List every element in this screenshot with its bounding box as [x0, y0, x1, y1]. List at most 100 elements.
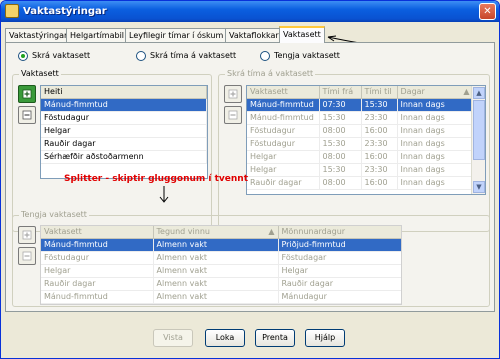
tab-vaktastyringar[interactable]: Vaktastýringar — [5, 28, 72, 42]
table-cell[interactable]: Föstudagur — [41, 111, 207, 125]
table-row[interactable]: Helgar Almenn vakt Helgar — [41, 264, 401, 278]
table-cell[interactable]: 15:30 — [319, 163, 362, 177]
table-row[interactable]: Helgar — [41, 124, 207, 138]
table-cell[interactable]: Rauðir dagar — [247, 176, 320, 190]
column-header-heiti[interactable]: Heiti — [41, 86, 207, 99]
table-cell[interactable]: Innan dags — [397, 111, 474, 125]
column-header-vaktasett[interactable]: Vaktasett — [41, 226, 154, 239]
table-cell[interactable]: Föstudagur — [247, 124, 320, 138]
table-cell[interactable]: Sérhæfðir aðstoðarmenn — [41, 150, 207, 164]
column-header-vaktasett[interactable]: Vaktasett — [247, 86, 320, 99]
table-cell[interactable]: 15:30 — [319, 137, 362, 151]
table-cell[interactable]: 23:30 — [361, 111, 398, 125]
table-row[interactable]: Mánud-fimmtud 15:30 23:30 Innan dags — [247, 111, 474, 125]
table-cell[interactable]: 07:30 — [319, 98, 362, 112]
table-row[interactable]: Sérhæfðir aðstoðarmenn — [41, 150, 207, 164]
table-cell[interactable]: Almenn vakt — [153, 277, 279, 291]
table-cell[interactable]: Föstudagur — [247, 137, 320, 151]
tab-vaktaflokkar[interactable]: Vaktaflokkar — [225, 28, 283, 42]
table-cell[interactable]: 16:00 — [361, 124, 398, 138]
table-cell[interactable]: Mánud-fimmtud — [41, 238, 154, 252]
close-button[interactable]: ✕ — [479, 3, 496, 20]
print-button[interactable]: Prenta — [255, 329, 295, 347]
table-cell[interactable]: Mánud-fimmtud — [41, 98, 207, 112]
table-cell[interactable]: 23:30 — [361, 137, 398, 151]
table-cell[interactable]: Innan dags — [397, 176, 474, 190]
table-row[interactable]: Mánud-fimmtud Almenn vakt Priðjud-fimmtud — [41, 238, 401, 252]
column-header-timi-til[interactable]: Tími til — [361, 86, 398, 99]
table-row[interactable]: Föstudagur 08:00 16:00 Innan dags — [247, 124, 474, 138]
table-cell[interactable]: Innan dags — [397, 150, 474, 164]
table-cell[interactable]: Helgar — [41, 124, 207, 138]
scroll-up-icon[interactable]: ▲ — [473, 87, 485, 99]
radio-button[interactable] — [260, 51, 270, 61]
close-dialog-button[interactable]: Loka — [205, 329, 245, 347]
table-row[interactable]: Mánud-fimmtud 07:30 15:30 Innan dags — [247, 98, 474, 112]
table-cell[interactable]: Rauðir dagar — [41, 137, 207, 151]
table-row[interactable]: Helgar 15:30 23:30 Innan dags — [247, 163, 474, 177]
scroll-down-icon[interactable]: ▼ — [473, 181, 485, 193]
table-cell[interactable]: 08:00 — [319, 124, 362, 138]
timar-add-button[interactable] — [224, 85, 242, 103]
table-cell[interactable]: Mánud-fimmtud — [247, 98, 320, 112]
column-header-dagar[interactable]: Dagar ▲ — [397, 86, 474, 99]
table-row[interactable]: Mánud-fimmtud — [41, 98, 207, 112]
table-cell[interactable]: Innan dags — [397, 163, 474, 177]
column-header-timi-fra[interactable]: Tími frá — [319, 86, 362, 99]
radio-button[interactable] — [18, 51, 28, 61]
vaktasett-table[interactable]: Heiti Mánud-fimmtud Föstudagur Helgar Ra… — [40, 85, 208, 179]
tab-helgartimabil[interactable]: Helgartímabil — [66, 28, 129, 42]
table-row[interactable]: Rauðir dagar Almenn vakt Rauðir dagar — [41, 277, 401, 291]
timar-table[interactable]: Vaktasett Tími frá Tími til Dagar ▲ Mánud… — [246, 85, 486, 195]
table-row[interactable]: Rauðir dagar 08:00 16:00 Innan dags — [247, 176, 474, 190]
table-cell[interactable]: Helgar — [41, 264, 154, 278]
tengja-add-button[interactable] — [18, 226, 36, 244]
timar-vertical-scrollbar[interactable]: ▲ ▼ — [471, 86, 485, 194]
table-cell[interactable]: Priðjud-fimmtud — [278, 238, 401, 252]
title-bar[interactable]: Vaktastýringar ✕ — [1, 1, 499, 22]
table-cell[interactable]: Innan dags — [397, 98, 474, 112]
table-cell[interactable]: 16:00 — [361, 150, 398, 164]
scroll-thumb[interactable] — [473, 100, 485, 160]
table-cell[interactable]: Almenn vakt — [153, 238, 279, 252]
table-row[interactable]: Mánud-fimmtud Almenn vakt Mánudagur — [41, 290, 401, 304]
table-cell[interactable]: Almenn vakt — [153, 264, 279, 278]
table-cell[interactable]: Almenn vakt — [153, 251, 279, 265]
table-cell[interactable]: 15:30 — [319, 111, 362, 125]
table-row[interactable]: Rauðir dagar — [41, 137, 207, 151]
tab-leyfilegir-timar[interactable]: Leyfilegir tímar í óskum — [125, 28, 228, 42]
table-cell[interactable]: Innan dags — [397, 124, 474, 138]
table-cell[interactable]: 23:30 — [361, 163, 398, 177]
save-button[interactable]: Vista — [153, 329, 193, 347]
tengja-table[interactable]: Vaktasett Tegund vinnu ▲ Mönnunardagur Má… — [40, 225, 402, 305]
table-cell[interactable]: Mánud-fimmtud — [247, 111, 320, 125]
column-header-tegund-vinnu[interactable]: Tegund vinnu ▲ — [153, 226, 279, 239]
table-cell[interactable]: Föstudagur — [41, 251, 154, 265]
help-button[interactable]: Hjálp — [305, 329, 345, 347]
table-cell[interactable]: Innan dags — [397, 137, 474, 151]
table-row[interactable]: Föstudagur — [41, 111, 207, 125]
table-cell[interactable]: Mánudagur — [278, 290, 401, 304]
add-button[interactable] — [18, 85, 36, 103]
table-cell[interactable]: Rauðir dagar — [278, 277, 401, 291]
radio-button[interactable] — [136, 51, 146, 61]
table-row[interactable]: Föstudagur 15:30 23:30 Innan dags — [247, 137, 474, 151]
table-cell[interactable]: Mánud-fimmtud — [41, 290, 154, 304]
table-cell[interactable]: Föstudagar — [278, 251, 401, 265]
table-row[interactable]: Helgar 08:00 16:00 Innan dags — [247, 150, 474, 164]
table-cell[interactable]: Helgar — [278, 264, 401, 278]
remove-button[interactable] — [18, 106, 36, 124]
table-cell[interactable]: 16:00 — [361, 176, 398, 190]
table-cell[interactable]: 08:00 — [319, 150, 362, 164]
table-cell[interactable]: 15:30 — [361, 98, 398, 112]
table-cell[interactable]: Helgar — [247, 163, 320, 177]
table-cell[interactable]: Helgar — [247, 150, 320, 164]
table-cell[interactable]: Rauðir dagar — [41, 277, 154, 291]
tab-vaktasett[interactable]: Vaktasett — [279, 26, 325, 43]
table-cell[interactable]: Almenn vakt — [153, 290, 279, 304]
tengja-remove-button[interactable] — [18, 247, 36, 265]
timar-remove-button[interactable] — [224, 106, 242, 124]
table-row[interactable]: Föstudagur Almenn vakt Föstudagar — [41, 251, 401, 265]
column-header-monnunardagur[interactable]: Mönnunardagur — [278, 226, 401, 239]
table-cell[interactable]: 08:00 — [319, 176, 362, 190]
